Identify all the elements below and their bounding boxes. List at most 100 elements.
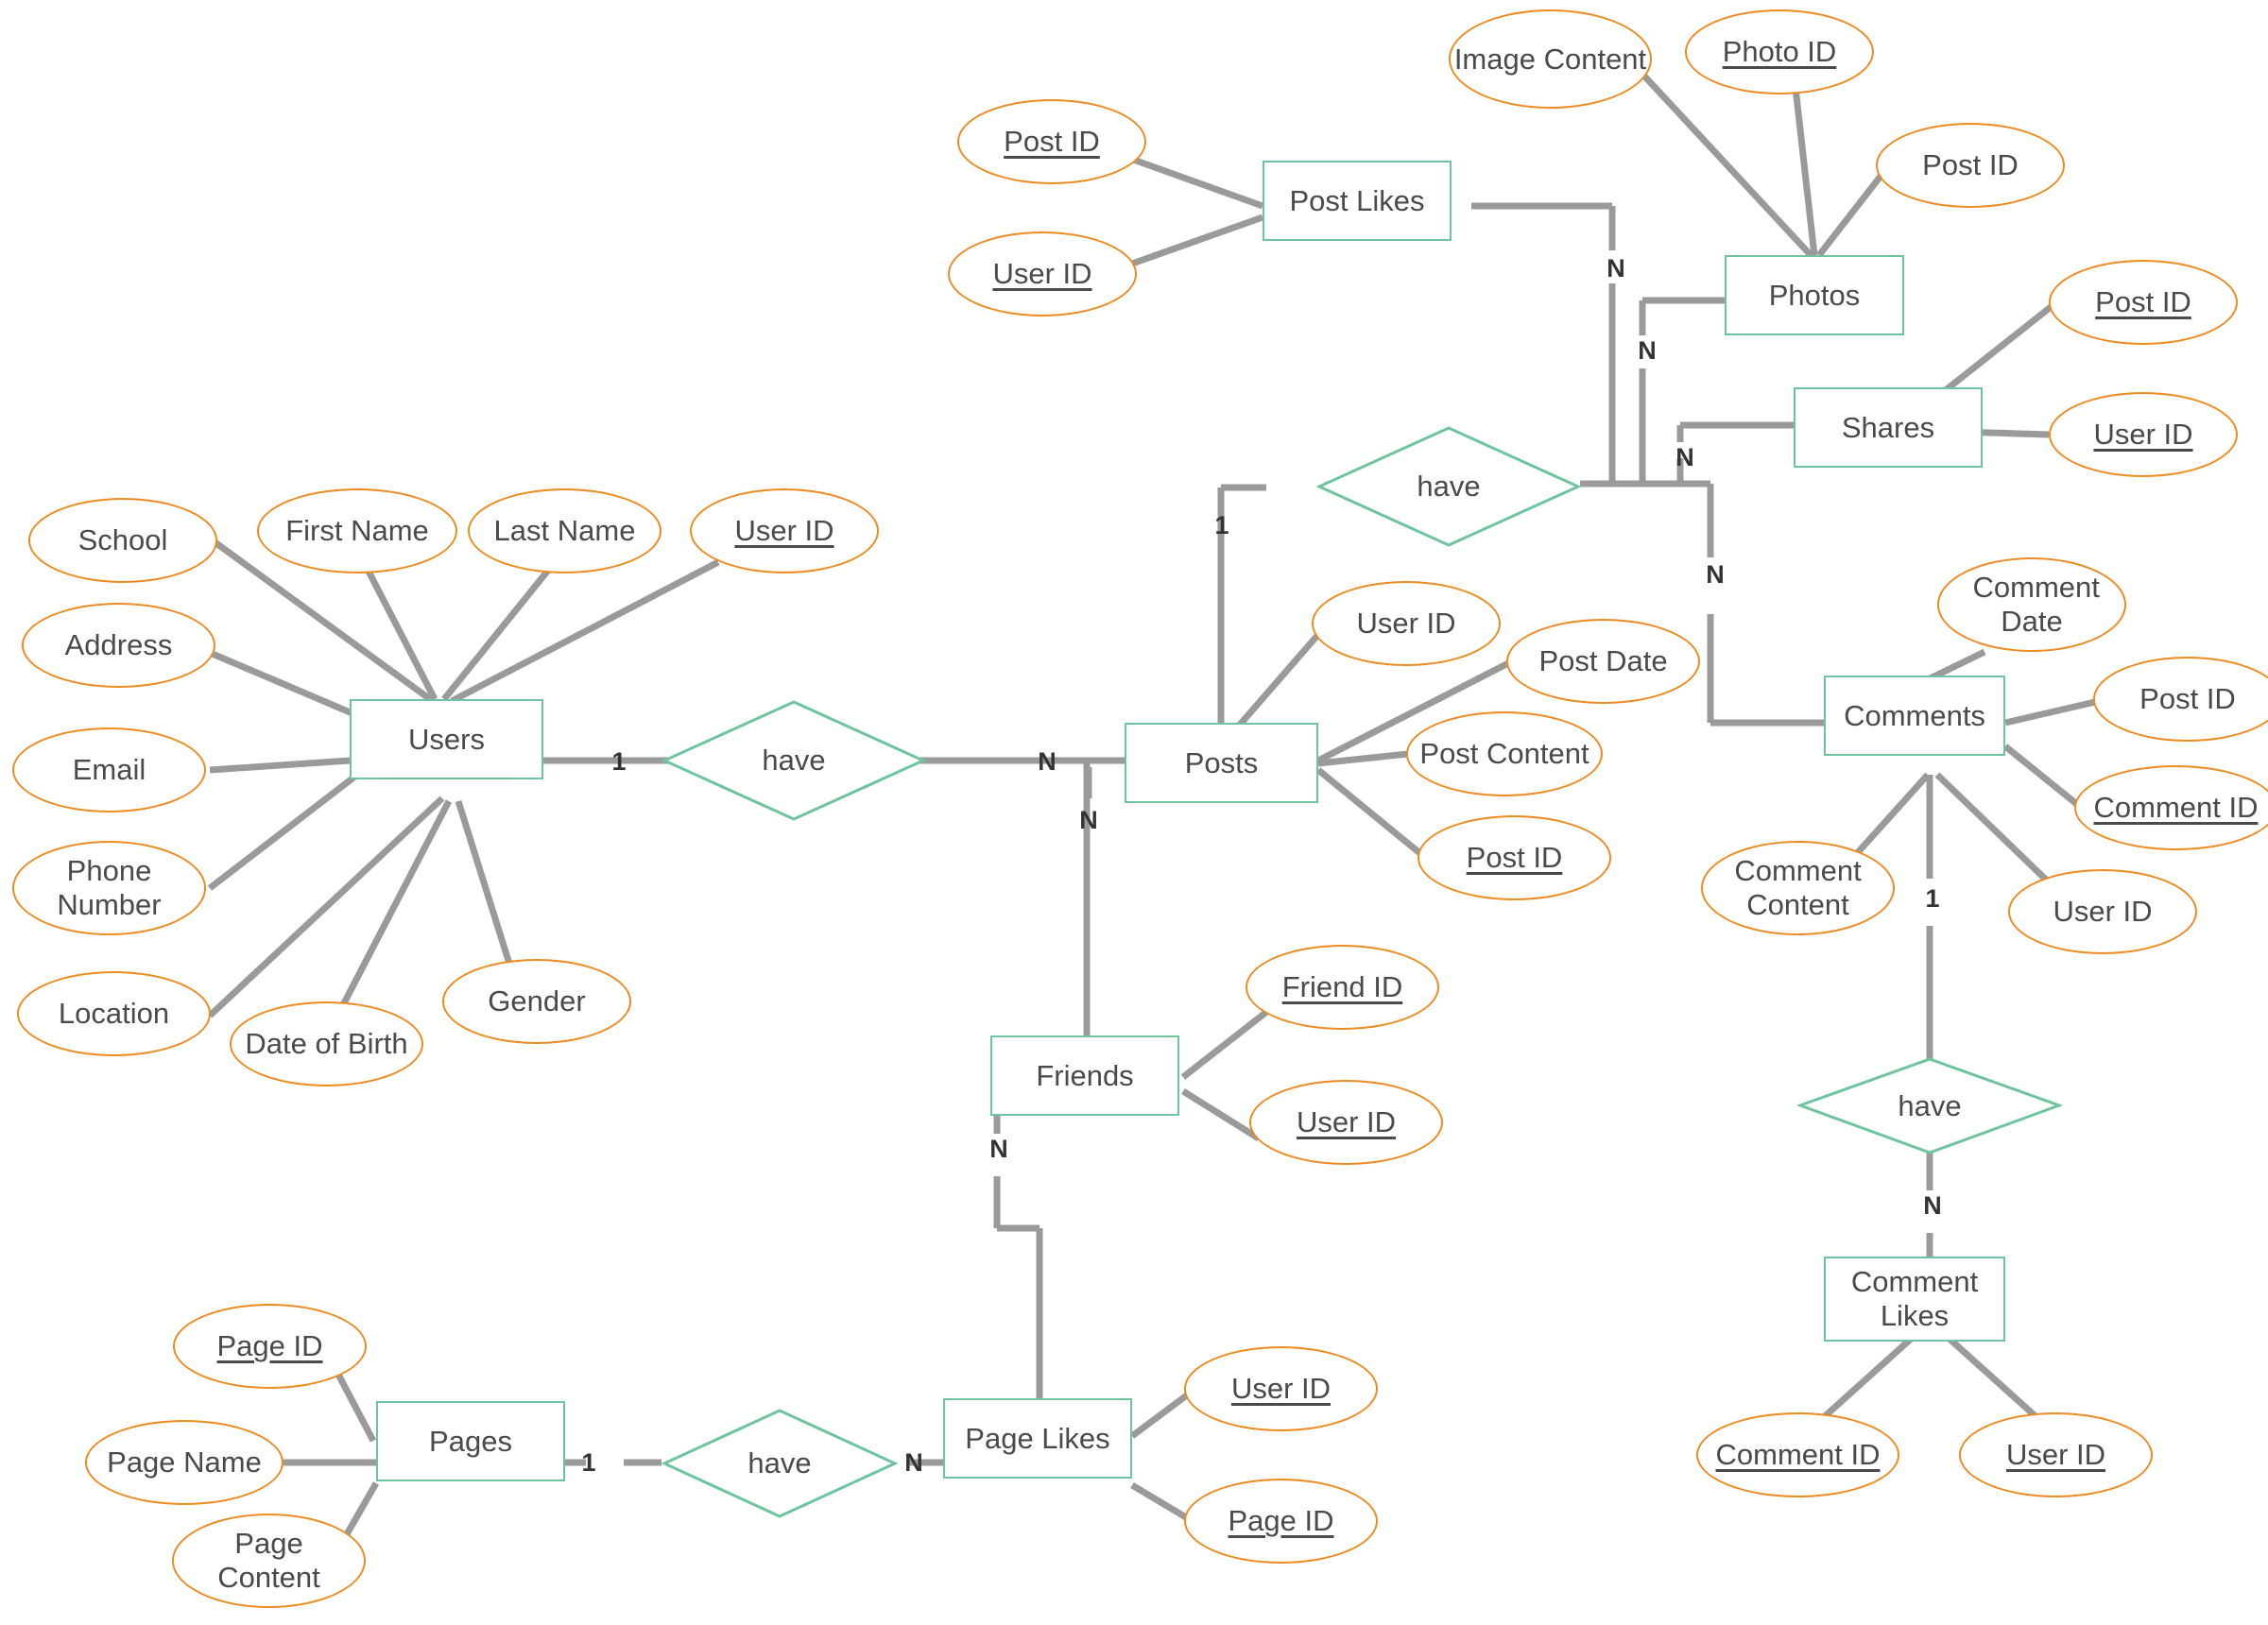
relationship-posts-media-have[interactable]: have (1316, 425, 1581, 548)
cardinality-posts-have2: 1 (1214, 510, 1229, 539)
cardinality-pages-have4: 1 (581, 1447, 596, 1477)
edge-users-dob (329, 799, 453, 1027)
attribute-label: User ID (734, 514, 834, 548)
attribute-label: Page Content (217, 1527, 320, 1594)
entity-page-likes[interactable]: Page Likes (943, 1398, 1132, 1479)
attribute-posts-post-id[interactable]: Post ID (1418, 815, 1611, 900)
entity-label: Users (408, 722, 485, 756)
attribute-users-school[interactable]: School (28, 498, 217, 583)
attribute-users-address[interactable]: Address (22, 603, 215, 688)
attribute-comments-comment-id[interactable]: Comment ID (2074, 765, 2268, 850)
attribute-users-last-name[interactable]: Last Name (468, 488, 662, 573)
attribute-users-phone-number[interactable]: Phone Number (12, 841, 206, 935)
attribute-label: Comment ID (2093, 791, 2259, 825)
entity-label: Posts (1184, 745, 1259, 779)
edge-users-lastname (441, 550, 565, 702)
relationship-pages-likes-have[interactable]: have (662, 1408, 898, 1519)
attribute-label: School (77, 523, 168, 557)
attribute-page-likes-user-id[interactable]: User ID (1184, 1346, 1378, 1431)
entity-users[interactable]: Users (350, 699, 543, 779)
attribute-label: User ID (1296, 1105, 1397, 1139)
edge-layer (206, 68, 2108, 1561)
cardinality-have-page-likes: N (989, 1134, 1008, 1163)
entity-post-likes[interactable]: Post Likes (1263, 161, 1452, 241)
entity-pages[interactable]: Pages (376, 1401, 565, 1481)
attribute-shares-user-id[interactable]: User ID (2049, 392, 2238, 477)
attribute-posts-post-date[interactable]: Post Date (1506, 619, 1700, 704)
relationship-comments-likes-have[interactable]: have (1797, 1056, 2062, 1155)
attribute-label: User ID (2053, 895, 2153, 929)
attribute-page-likes-page-id[interactable]: Page ID (1184, 1479, 1378, 1564)
entity-comment-likes[interactable]: Comment Likes (1824, 1257, 2005, 1342)
attribute-post-likes-user-id[interactable]: User ID (948, 231, 1137, 316)
attribute-photos-post-id[interactable]: Post ID (1876, 123, 2065, 208)
entity-posts[interactable]: Posts (1125, 723, 1318, 803)
attribute-photos-photo-id[interactable]: Photo ID (1685, 9, 1874, 94)
attribute-label: Post ID (1922, 148, 2019, 182)
entity-shares[interactable]: Shares (1794, 387, 1983, 468)
attribute-comments-user-id[interactable]: User ID (2008, 869, 2197, 954)
entity-friends[interactable]: Friends (990, 1035, 1179, 1116)
attribute-label: Post ID (2139, 682, 2236, 716)
attribute-users-location[interactable]: Location (17, 971, 211, 1056)
attribute-label: User ID (1356, 607, 1456, 641)
entity-label: Comments (1844, 698, 1985, 732)
entity-comments[interactable]: Comments (1824, 676, 2005, 756)
attribute-pages-page-content[interactable]: Page Content (172, 1514, 366, 1608)
attribute-label: Email (72, 753, 146, 787)
entity-label: Post Likes (1289, 183, 1425, 217)
relationship-label: have (1417, 470, 1481, 504)
attribute-friends-friend-id[interactable]: Friend ID (1246, 945, 1439, 1030)
attribute-label: Post ID (1466, 841, 1563, 875)
attribute-comments-comment-content[interactable]: Comment Content (1701, 841, 1895, 935)
attribute-comments-comment-date[interactable]: Comment Date (1937, 557, 2126, 652)
attribute-users-user-id[interactable]: User ID (690, 488, 879, 573)
attribute-comment-likes-user-id[interactable]: User ID (1959, 1412, 2153, 1497)
attribute-label: Page ID (1228, 1504, 1334, 1538)
attribute-users-email[interactable]: Email (12, 727, 206, 812)
edge-photos-postid (1816, 167, 1888, 258)
entity-label: Friends (1036, 1058, 1134, 1092)
relationship-users-posts-have[interactable]: have (662, 699, 926, 822)
attribute-label: Post Content (1419, 737, 1589, 771)
attribute-comment-likes-comment-id[interactable]: Comment ID (1696, 1412, 1899, 1497)
attribute-label: Comment ID (1715, 1438, 1881, 1472)
cardinality-have2-photos: N (1638, 335, 1657, 365)
attribute-label: User ID (2005, 1438, 2106, 1472)
cardinality-have4-page-likes: N (904, 1447, 923, 1477)
edge-friends-friendid (1180, 1003, 1277, 1080)
relationship-label: have (762, 744, 826, 778)
attribute-users-date-of-birth[interactable]: Date of Birth (230, 1001, 423, 1086)
cardinality-comments-have3: 1 (1925, 883, 1940, 913)
attribute-comments-post-id[interactable]: Post ID (2093, 657, 2268, 742)
attribute-users-first-name[interactable]: First Name (257, 488, 457, 573)
edge-posts-postid (1315, 767, 1425, 858)
attribute-label: Last Name (493, 514, 636, 548)
attribute-pages-page-id[interactable]: Page ID (173, 1304, 367, 1389)
entity-label: Pages (429, 1424, 512, 1458)
attribute-label: Post Date (1538, 644, 1668, 678)
attribute-shares-post-id[interactable]: Post ID (2049, 260, 2238, 345)
attribute-label: Post ID (2095, 285, 2191, 319)
entity-label: Page Likes (965, 1421, 1110, 1455)
attribute-label: Photo ID (1722, 35, 1837, 69)
attribute-posts-post-content[interactable]: Post Content (1406, 711, 1603, 796)
cardinality-have2-post-likes: N (1606, 253, 1625, 282)
relationship-label: have (747, 1446, 812, 1480)
attribute-users-gender[interactable]: Gender (442, 959, 631, 1044)
attribute-posts-user-id[interactable]: User ID (1312, 581, 1501, 666)
attribute-label: Gender (488, 984, 586, 1018)
attribute-label: First Name (285, 514, 429, 548)
entity-photos[interactable]: Photos (1725, 255, 1904, 335)
attribute-photos-image-content[interactable]: Image Content (1449, 9, 1652, 109)
attribute-post-likes-post-id[interactable]: Post ID (957, 99, 1146, 184)
attribute-pages-page-name[interactable]: Page Name (85, 1420, 284, 1505)
edge-commentlikes-commentid (1821, 1329, 1921, 1420)
cardinality-users-have: 1 (611, 746, 627, 776)
edge-comments-postid (2004, 695, 2108, 727)
attribute-label: Post ID (1004, 125, 1100, 159)
attribute-friends-user-id[interactable]: User ID (1249, 1080, 1443, 1165)
cardinality-have2-shares: N (1675, 442, 1694, 471)
entity-label: Shares (1841, 410, 1935, 444)
attribute-label: User ID (1230, 1372, 1332, 1406)
